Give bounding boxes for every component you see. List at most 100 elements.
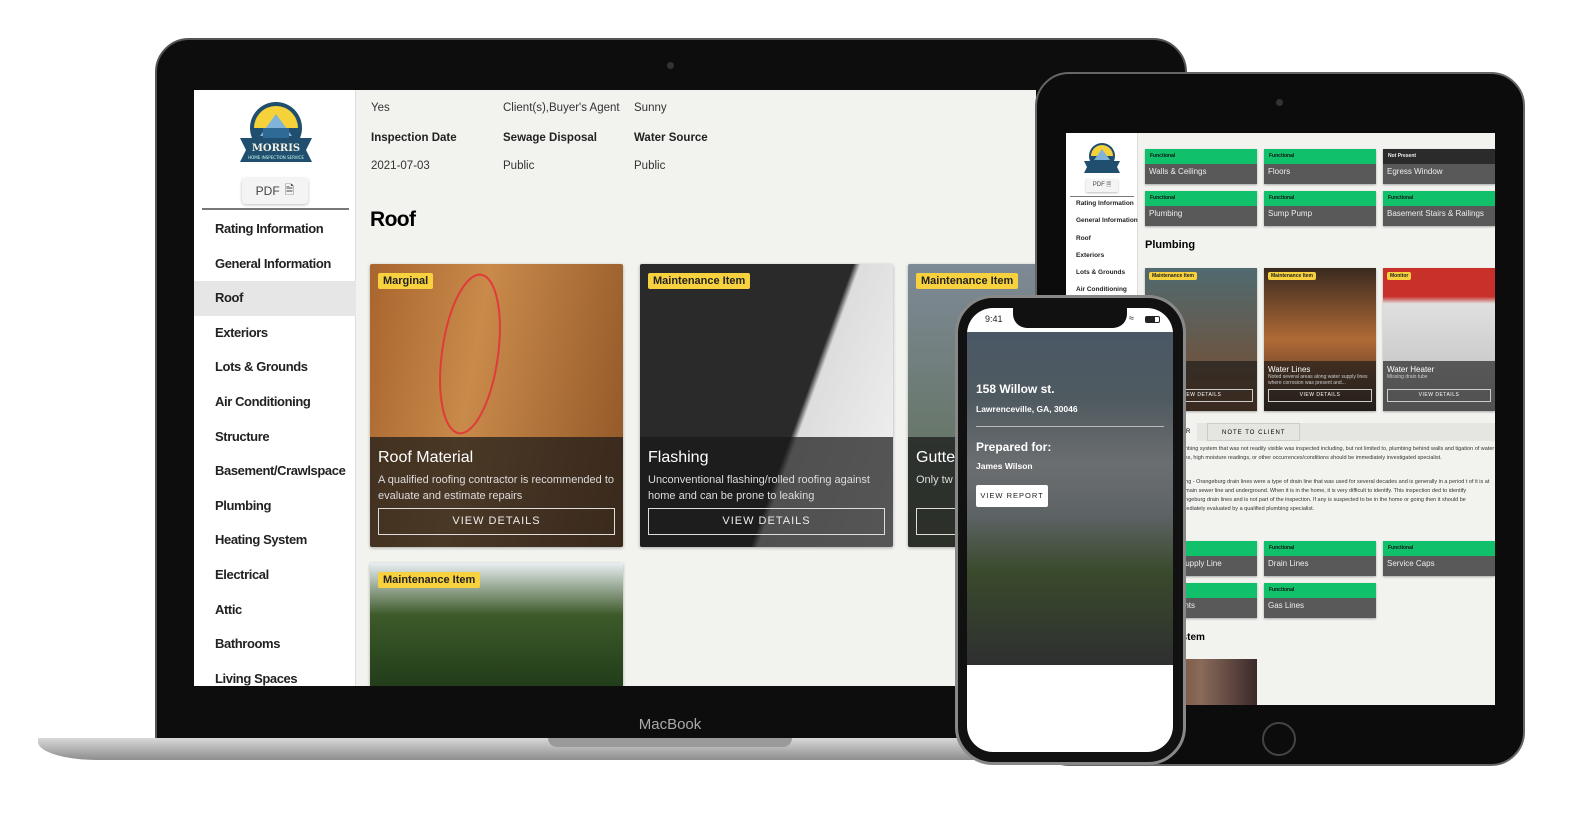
view-details-button[interactable]: VIEW DETAILS	[1268, 389, 1372, 402]
phone-notch	[1013, 308, 1127, 328]
status-tile[interactable]: Functional Sump Pump	[1264, 191, 1376, 226]
sidebar-item-basement[interactable]: Basement/Crawlspace	[194, 454, 356, 489]
tile-name: Floors	[1268, 167, 1291, 176]
sidebar-item-air-conditioning[interactable]: Air Conditioning	[194, 385, 356, 420]
status-badge: Monitor	[1387, 272, 1412, 280]
pdf-label: PDF	[255, 184, 280, 198]
view-details-button[interactable]: VIEW DETAILS	[1387, 389, 1491, 402]
morris-logo	[1084, 143, 1120, 173]
card-description: Noted several areas along water supply l…	[1268, 374, 1368, 386]
sidebar-item-rating-information[interactable]: Rating Information	[194, 212, 356, 247]
pdf-button[interactable]: PDF 🗎	[1086, 179, 1118, 192]
status-badge: Maintenance Item	[378, 572, 481, 588]
tile-status: Not Present	[1383, 149, 1495, 164]
inspector-note: Piping - Orangeburg drain lines were a t…	[1176, 479, 1490, 512]
sidebar-item[interactable]: Rating Information	[1066, 195, 1138, 212]
status-badge: Marginal	[378, 273, 434, 289]
property-city: Lawrenceville, GA, 30046	[976, 404, 1078, 414]
status-tile[interactable]: Functional Plumbing	[1145, 191, 1257, 226]
sidebar-item[interactable]: Lots & Grounds	[1066, 264, 1138, 281]
tab-note-to-client[interactable]: NOTE TO CLIENT	[1207, 423, 1301, 441]
tile-status: Functional	[1264, 541, 1376, 556]
view-details-button[interactable]: VIEW DETAILS	[378, 508, 615, 535]
view-report-button[interactable]: VIEW REPORT	[976, 485, 1048, 507]
sidebar-item[interactable]: Exteriors	[1066, 247, 1138, 264]
sidebar-divider	[202, 208, 349, 210]
card-description: Unconventional flashing/rolled roofing a…	[648, 474, 870, 502]
sidebar-item[interactable]: Roof	[1066, 230, 1138, 247]
client-name: James Wilson	[976, 461, 1033, 471]
tablet-nav: Rating Information General Information R…	[1066, 195, 1138, 299]
macbook-label: MacBook	[638, 716, 702, 733]
card-flashing: Maintenance Item Flashing Unconventional…	[640, 264, 893, 547]
status-badge: Maintenance Item	[1268, 272, 1316, 280]
phone-screen: 9:41 ≈ 158 Willow st. Lawrenceville, GA,…	[967, 308, 1173, 752]
laptop-camera	[667, 62, 674, 69]
info-value-water-source: Public	[634, 160, 666, 172]
svg-text:HOME INSPECTION SERVICE: HOME INSPECTION SERVICE	[248, 155, 304, 160]
property-address: 158 Willow st.	[976, 382, 1055, 396]
pdf-button[interactable]: PDF 🗎	[242, 178, 308, 204]
inspector-note: plumbing system that was not readily vis…	[1176, 446, 1495, 461]
sidebar-item-roof[interactable]: Roof	[194, 281, 356, 316]
info-label-sewage-disposal: Sewage Disposal	[503, 132, 597, 144]
card-title: Flashing	[648, 449, 709, 466]
sidebar-item-plumbing[interactable]: Plumbing	[194, 489, 356, 524]
tile-status: Functional	[1383, 191, 1495, 206]
pdf-label: PDF	[1092, 182, 1105, 188]
info-label-inspection-date: Inspection Date	[371, 132, 457, 144]
battery-icon	[1145, 316, 1160, 323]
tile-status: Functional	[1264, 149, 1376, 164]
highlight-circle	[439, 273, 501, 435]
sidebar-item-exteriors[interactable]: Exteriors	[194, 316, 356, 351]
view-details-button[interactable]: VIEW DETAILS	[648, 508, 885, 535]
status-tile[interactable]: Functional Gas Lines	[1264, 583, 1376, 618]
info-value: Client(s),Buyer's Agent	[503, 102, 620, 114]
card-description: Missing drain tube	[1387, 374, 1428, 380]
section-title: Plumbing	[1145, 239, 1196, 251]
sidebar-item-structure[interactable]: Structure	[194, 420, 356, 455]
status-tile[interactable]: Functional Basement Stairs & Railings	[1383, 191, 1495, 226]
tile-status: Functional	[1264, 583, 1376, 598]
tile-name: Gas Lines	[1268, 601, 1305, 610]
sidebar-item-heating-system[interactable]: Heating System	[194, 523, 356, 558]
sidebar-item-bathrooms[interactable]: Bathrooms	[194, 627, 356, 662]
status-badge: Maintenance Item	[1149, 272, 1197, 280]
tile-status: Functional	[1383, 541, 1495, 556]
status-tile[interactable]: Functional Floors	[1264, 149, 1376, 184]
status-tile[interactable]: Functional Walls & Ceilings	[1145, 149, 1257, 184]
card-overlay: Flashing Unconventional flashing/rolled …	[640, 437, 893, 547]
tile-name: Basement Stairs & Railings	[1387, 209, 1484, 218]
card-overlay: Roof Material A qualified roofing contra…	[370, 437, 623, 547]
sidebar-item-lots-grounds[interactable]: Lots & Grounds	[194, 350, 356, 385]
sidebar: MORRIS HOME INSPECTION SERVICE PDF 🗎 Rati…	[194, 90, 356, 686]
status-tile[interactable]: Functional Drain Lines	[1264, 541, 1376, 576]
sidebar-item[interactable]: General Information	[1066, 212, 1138, 229]
tile-status: Functional	[1145, 149, 1257, 164]
tile-status: Functional	[1264, 191, 1376, 206]
card-title: Water Lines	[1268, 365, 1311, 374]
status-tile[interactable]: Not Present Egress Window	[1383, 149, 1495, 184]
sidebar-item-attic[interactable]: Attic	[194, 593, 356, 628]
document-icon: 🗎	[1106, 182, 1112, 188]
tile-name: Plumbing	[1149, 209, 1183, 218]
info-value-sewage-disposal: Public	[503, 160, 535, 172]
hero-divider	[976, 426, 1164, 427]
card-water-lines: Maintenance Item Water Lines Noted severa…	[1264, 268, 1376, 411]
tablet-camera	[1276, 99, 1283, 106]
card-roof-material: Marginal Roof Material A qualified roofi…	[370, 264, 623, 547]
sidebar-nav: Rating Information General Information R…	[194, 212, 356, 686]
tablet-home-button[interactable]	[1262, 722, 1296, 756]
laptop-screen: MORRIS HOME INSPECTION SERVICE PDF 🗎 Rati…	[194, 90, 1036, 686]
sidebar-item-electrical[interactable]: Electrical	[194, 558, 356, 593]
prepared-for-label: Prepared for:	[976, 440, 1052, 454]
status-badge: Maintenance Item	[916, 273, 1019, 289]
card-vegetation: Maintenance Item	[370, 563, 623, 686]
sidebar-item-living-spaces[interactable]: Living Spaces	[194, 662, 356, 686]
document-icon: 🗎	[284, 182, 295, 197]
card-overlay: Water Lines Noted several areas along wat…	[1264, 361, 1376, 411]
sidebar-item-general-information[interactable]: General Information	[194, 247, 356, 282]
card-description: A qualified roofing contractor is recomm…	[378, 474, 615, 502]
status-tile[interactable]: Functional Service Caps	[1383, 541, 1495, 576]
card-water-heater: Monitor Water Heater Missing drain tube VI…	[1383, 268, 1495, 411]
